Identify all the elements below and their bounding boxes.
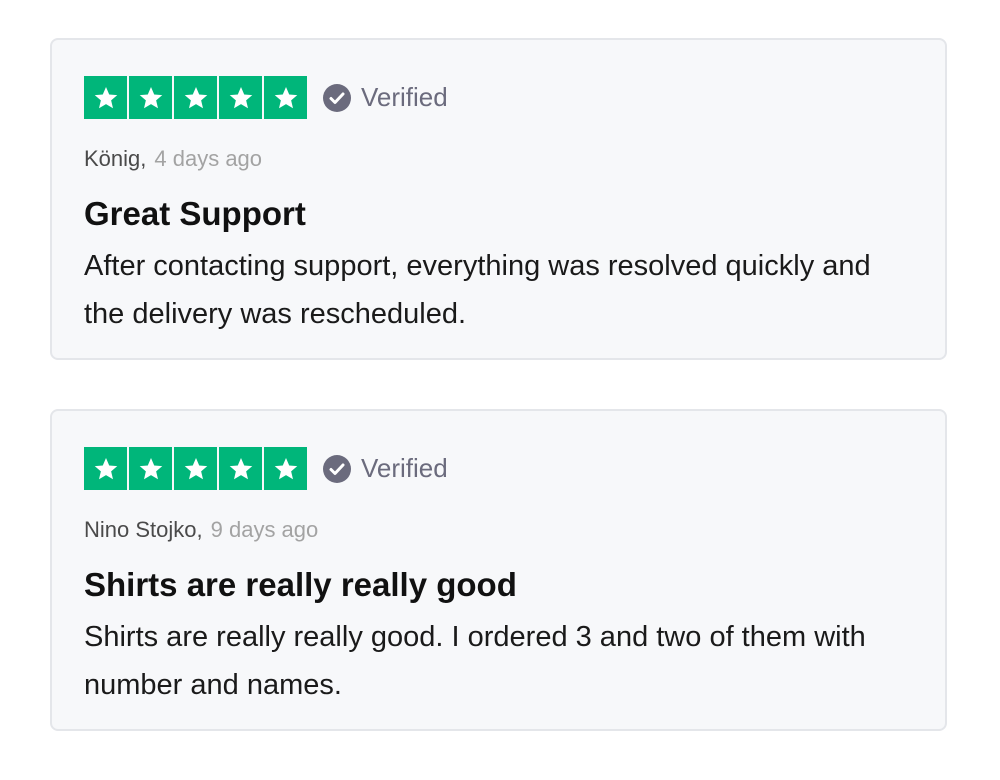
rating-row: Verified — [84, 447, 913, 490]
verified-label: Verified — [361, 453, 448, 483]
star-rating — [84, 447, 307, 490]
star-icon — [264, 76, 307, 119]
star-icon — [264, 447, 307, 490]
review-date: 9 days ago — [210, 517, 319, 542]
rating-row: Verified — [84, 76, 913, 119]
star-icon — [219, 76, 262, 119]
check-circle-icon — [323, 83, 351, 112]
verified-badge: Verified — [322, 453, 448, 484]
reviews-list: Verified König, 4 days ago Great Support … — [50, 38, 947, 780]
review-body: After contacting support, everything was… — [84, 250, 871, 330]
verified-badge: Verified — [322, 82, 448, 113]
review-date: 4 days ago — [154, 146, 263, 171]
star-icon — [84, 76, 127, 119]
review-body: Shirts are really really good. I ordered… — [84, 621, 866, 701]
check-circle-icon — [323, 454, 351, 483]
review-meta: König, 4 days ago — [84, 146, 913, 172]
star-icon — [219, 447, 262, 490]
star-icon — [129, 76, 172, 119]
star-icon — [129, 447, 172, 490]
verified-label: Verified — [361, 82, 448, 112]
review-author[interactable]: Nino Stojko, — [84, 517, 203, 542]
review-meta: Nino Stojko, 9 days ago — [84, 517, 913, 543]
review-card: Verified Nino Stojko, 9 days ago Shirts a… — [50, 409, 947, 731]
review-card: Verified König, 4 days ago Great Support … — [50, 38, 947, 360]
star-icon — [174, 447, 217, 490]
star-icon — [174, 76, 217, 119]
star-rating — [84, 76, 307, 119]
review-title[interactable]: Shirts are really really good — [84, 565, 913, 605]
review-author[interactable]: König, — [84, 146, 146, 171]
review-title[interactable]: Great Support — [84, 194, 913, 234]
star-icon — [84, 447, 127, 490]
